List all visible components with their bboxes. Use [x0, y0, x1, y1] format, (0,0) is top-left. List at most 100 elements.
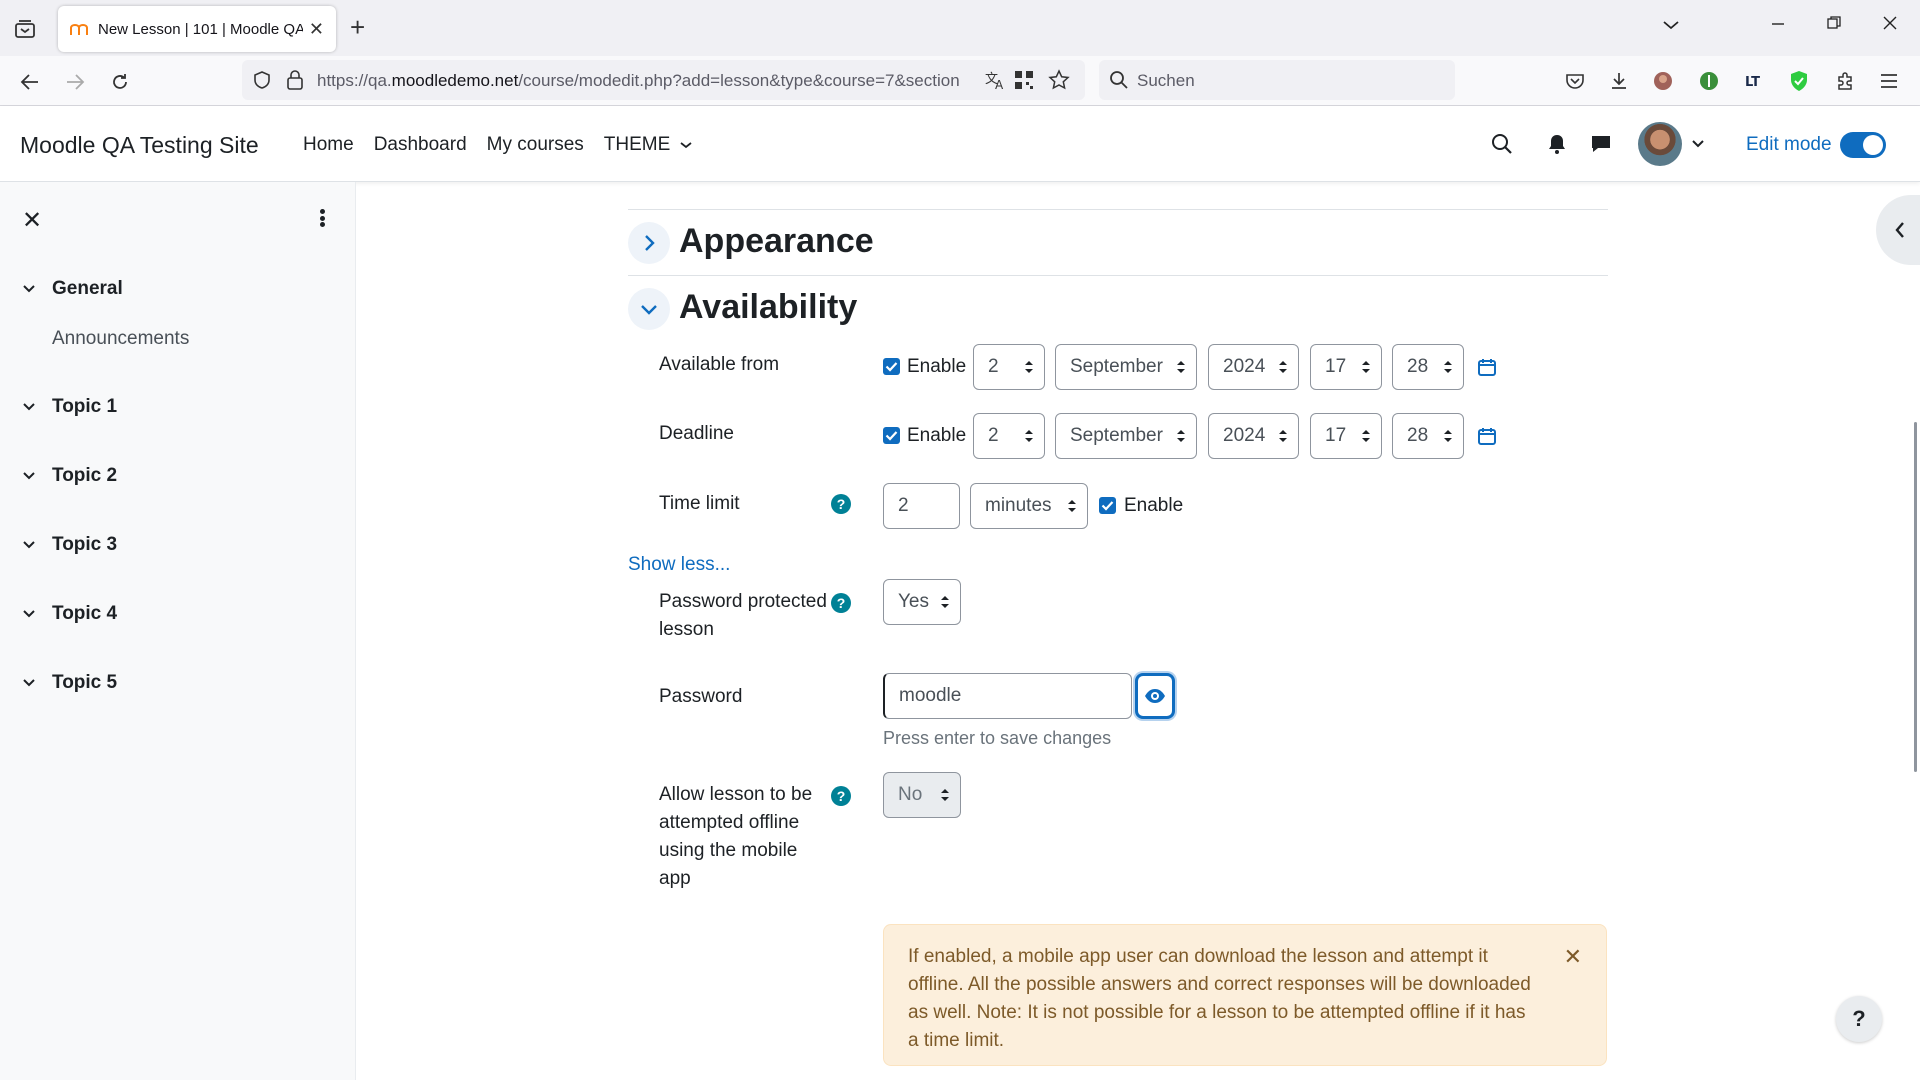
site-name[interactable]: Moodle QA Testing Site: [20, 132, 259, 159]
deadline-day-select[interactable]: 2: [973, 413, 1045, 459]
available-from-enable-label[interactable]: Enable: [907, 356, 966, 378]
password-protected-help-icon[interactable]: ?: [831, 593, 851, 613]
deadline-enable-checkbox[interactable]: [883, 427, 900, 444]
time-limit-enable-checkbox[interactable]: [1099, 497, 1116, 514]
password-protected-select[interactable]: Yes: [883, 579, 961, 625]
profile-extension-icon[interactable]: [1650, 68, 1676, 94]
appearance-heading[interactable]: Appearance: [679, 222, 874, 261]
moodle-favicon-icon: [70, 20, 90, 38]
svg-text:A: A: [995, 78, 1004, 91]
close-drawer-icon[interactable]: ✕: [22, 206, 42, 235]
adblock-shield-icon[interactable]: [1786, 68, 1812, 94]
select-arrows-icon: [1362, 361, 1370, 373]
select-arrows-icon: [1177, 361, 1185, 373]
time-limit-enable-label[interactable]: Enable: [1124, 495, 1183, 517]
bookmark-star-icon[interactable]: [1048, 69, 1070, 96]
restore-icon[interactable]: [1826, 14, 1842, 37]
minimize-icon[interactable]: [1770, 14, 1786, 37]
password-protected-label: Password protected lesson: [659, 591, 827, 640]
available-from-minute-select[interactable]: 28: [1392, 344, 1464, 390]
deadline-label: Deadline: [659, 423, 734, 444]
chevron-down-icon[interactable]: [22, 471, 40, 481]
close-alert-icon[interactable]: ✕: [1564, 943, 1582, 971]
downloads-icon[interactable]: [1606, 68, 1632, 94]
time-limit-help-icon[interactable]: ?: [831, 494, 851, 514]
nav-my-courses[interactable]: My courses: [487, 134, 584, 156]
deadline-minute-select[interactable]: 28: [1392, 413, 1464, 459]
chevron-down-icon[interactable]: [22, 402, 40, 412]
nav-theme[interactable]: THEME: [604, 134, 692, 156]
offline-attempt-select[interactable]: No: [883, 772, 961, 818]
edit-mode-toggle[interactable]: [1840, 132, 1886, 158]
translate-icon[interactable]: 文A: [984, 69, 1006, 96]
available-from-month-select[interactable]: September: [1055, 344, 1197, 390]
notifications-bell-icon[interactable]: [1543, 130, 1571, 158]
browser-search-bar[interactable]: Suchen: [1099, 60, 1455, 100]
languagetool-extension-icon[interactable]: LT: [1742, 68, 1768, 94]
drawer-more-options-icon[interactable]: [316, 206, 328, 230]
deadline-hour-select[interactable]: 17: [1310, 413, 1382, 459]
chevron-down-icon[interactable]: [22, 678, 40, 688]
select-arrows-icon: [1279, 430, 1287, 442]
url-bar[interactable]: https://qa.moodledemo.net/course/modedit…: [242, 60, 1085, 100]
course-index-section-topic-4[interactable]: Topic 4: [22, 603, 117, 625]
course-index-section-topic-5[interactable]: Topic 5: [22, 672, 117, 694]
pocket-icon[interactable]: [1562, 68, 1588, 94]
availability-collapse-button[interactable]: [628, 288, 670, 330]
chevron-down-icon[interactable]: [22, 540, 40, 550]
offline-attempt-help-icon[interactable]: ?: [831, 786, 851, 806]
calendar-icon[interactable]: [1477, 426, 1497, 446]
nav-dashboard[interactable]: Dashboard: [374, 134, 467, 156]
lock-icon[interactable]: [286, 69, 304, 96]
show-less-link[interactable]: Show less...: [628, 554, 730, 576]
user-avatar[interactable]: [1638, 122, 1682, 166]
chevron-left-icon: [1895, 222, 1904, 238]
search-placeholder: Suchen: [1137, 71, 1195, 90]
new-tab-icon[interactable]: +: [350, 14, 365, 40]
chevron-down-icon: [641, 305, 657, 315]
messages-icon[interactable]: [1587, 130, 1615, 158]
course-index-section-topic-1[interactable]: Topic 1: [22, 396, 117, 418]
extensions-puzzle-icon[interactable]: [1832, 68, 1858, 94]
course-index-section-topic-2[interactable]: Topic 2: [22, 465, 117, 487]
chevron-down-icon[interactable]: [22, 609, 40, 619]
ublock-extension-icon[interactable]: [1696, 68, 1722, 94]
course-index-section-general[interactable]: General: [22, 278, 123, 300]
reveal-password-button[interactable]: [1135, 673, 1175, 719]
available-from-hour-select[interactable]: 17: [1310, 344, 1382, 390]
deadline-month-select[interactable]: September: [1055, 413, 1197, 459]
available-from-day-select[interactable]: 2: [973, 344, 1045, 390]
available-from-enable-checkbox[interactable]: [883, 358, 900, 375]
help-float-button[interactable]: ?: [1836, 996, 1882, 1042]
time-limit-input[interactable]: 2: [883, 483, 960, 529]
search-icon[interactable]: [1488, 130, 1516, 158]
course-index-section-topic-3[interactable]: Topic 3: [22, 534, 117, 556]
qr-code-icon[interactable]: [1014, 70, 1034, 95]
available-from-year-select[interactable]: 2024: [1208, 344, 1299, 390]
reload-icon[interactable]: [106, 68, 134, 96]
course-index-drawer: ✕ General Announcements Topic 1 Topic 2 …: [0, 182, 356, 1080]
browser-tab-active[interactable]: New Lesson | 101 | Moodle QA ✕: [58, 6, 336, 52]
deadline-year-select[interactable]: 2024: [1208, 413, 1299, 459]
nav-home[interactable]: Home: [303, 134, 354, 156]
time-limit-unit-select[interactable]: minutes: [970, 483, 1088, 529]
app-menu-icon[interactable]: [1876, 68, 1902, 94]
course-index-item-announcements[interactable]: Announcements: [52, 328, 189, 350]
open-block-drawer-button[interactable]: [1876, 195, 1920, 265]
tab-overflow-chevron-icon[interactable]: [1662, 14, 1680, 37]
back-icon[interactable]: [16, 68, 44, 96]
appearance-expand-button[interactable]: [628, 222, 670, 264]
forward-icon[interactable]: [61, 68, 89, 96]
scrollbar-thumb[interactable]: [1914, 422, 1917, 772]
tab-list-icon[interactable]: [12, 16, 38, 42]
deadline-enable-label[interactable]: Enable: [907, 425, 966, 447]
chevron-down-icon[interactable]: [22, 284, 40, 294]
availability-heading[interactable]: Availability: [679, 288, 857, 327]
user-menu-chevron-icon[interactable]: [1684, 130, 1712, 158]
calendar-icon[interactable]: [1477, 357, 1497, 377]
tab-close-icon[interactable]: ✕: [309, 19, 324, 40]
password-input[interactable]: moodle: [883, 673, 1132, 719]
tracking-shield-icon[interactable]: [252, 70, 272, 95]
window-close-icon[interactable]: [1882, 14, 1898, 37]
select-arrows-icon: [1025, 430, 1033, 442]
